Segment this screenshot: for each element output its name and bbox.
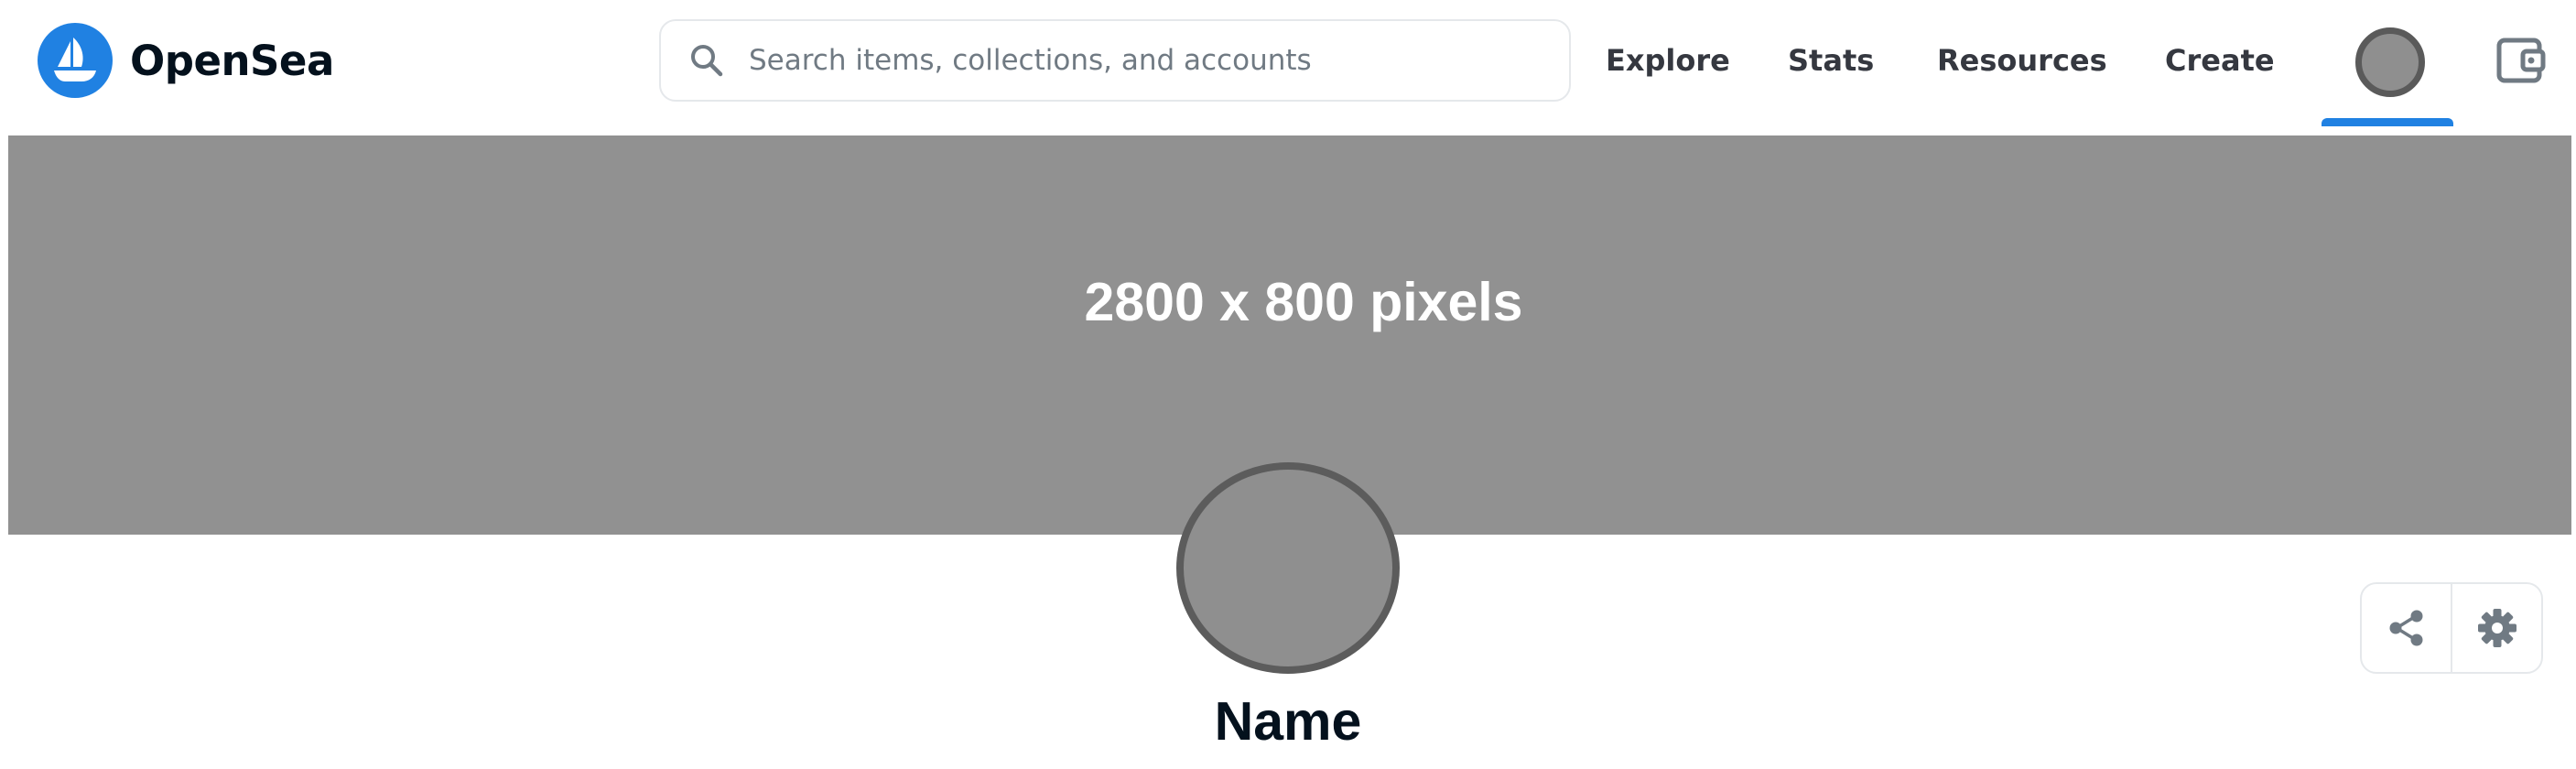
banner-placeholder-text: 2800 x 800 pixels <box>1084 272 1523 332</box>
top-navbar: OpenSea Explore Stats Resources Create <box>0 0 2576 135</box>
active-tab-indicator <box>2322 118 2453 126</box>
search-input[interactable] <box>747 43 1553 78</box>
account-avatar-icon <box>2355 27 2425 97</box>
opensea-logo-link[interactable]: OpenSea <box>38 23 334 98</box>
search-bar[interactable] <box>659 19 1571 102</box>
nav-explore[interactable]: Explore <box>1606 40 1730 81</box>
nav-resources[interactable]: Resources <box>1937 40 2107 81</box>
wallet-button[interactable] <box>2495 35 2547 86</box>
profile-menu-button[interactable] <box>2322 0 2453 128</box>
brand-name: OpenSea <box>130 36 334 85</box>
nav-stats[interactable]: Stats <box>1788 40 1874 81</box>
wallet-icon <box>2496 38 2546 83</box>
search-icon <box>691 45 723 77</box>
opensea-ship-logo-icon <box>38 23 113 98</box>
profile-actions <box>2360 582 2543 674</box>
profile-name: Name <box>1214 691 1362 752</box>
share-icon <box>2389 610 2422 646</box>
settings-gear-icon <box>2477 609 2516 647</box>
nav-create[interactable]: Create <box>2165 40 2275 81</box>
settings-button[interactable] <box>2452 584 2541 672</box>
profile-avatar[interactable] <box>1176 462 1400 674</box>
share-button[interactable] <box>2362 584 2451 672</box>
